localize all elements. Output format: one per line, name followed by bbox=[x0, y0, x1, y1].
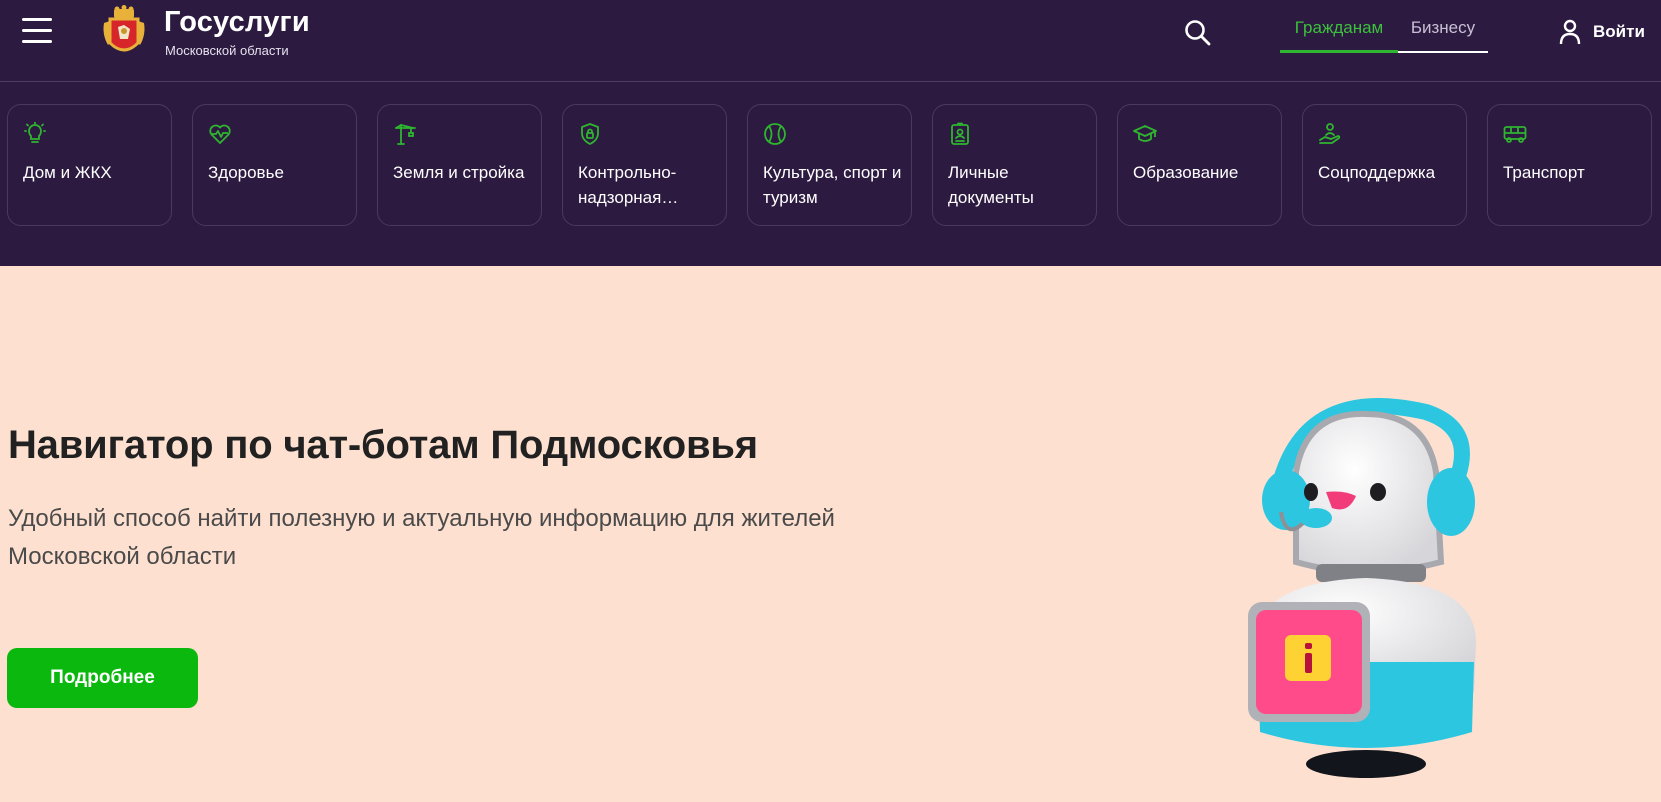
lightbulb-icon bbox=[24, 122, 46, 143]
category-label: Личные документы bbox=[948, 163, 1034, 207]
graduation-cap-icon bbox=[1133, 125, 1157, 142]
tab-business[interactable]: Бизнесу bbox=[1398, 18, 1488, 53]
category-land-construction[interactable]: Земля и стройка bbox=[377, 104, 542, 226]
login-label: Войти bbox=[1593, 22, 1645, 41]
category-home-utilities[interactable]: Дом и ЖКХ bbox=[7, 104, 172, 226]
category-label: Транспорт bbox=[1503, 163, 1585, 182]
tab-citizens[interactable]: Гражданам bbox=[1280, 18, 1398, 53]
crane-icon bbox=[395, 124, 416, 145]
ball-icon bbox=[764, 123, 786, 145]
hero-title: Навигатор по чат-ботам Подмосковья bbox=[8, 423, 758, 467]
brand-title[interactable]: Госуслуги bbox=[164, 6, 310, 39]
category-label: Дом и ЖКХ bbox=[23, 163, 112, 182]
category-label: Образование bbox=[1133, 163, 1239, 182]
shield-lock-icon bbox=[581, 123, 599, 145]
coat-of-arms-logo[interactable] bbox=[102, 5, 146, 59]
category-documents[interactable]: Личные документы bbox=[932, 104, 1097, 226]
category-label: Соцподдержка bbox=[1318, 163, 1436, 182]
details-button[interactable]: Подробнее bbox=[7, 648, 198, 708]
brand-subtitle: Московской области bbox=[165, 43, 289, 58]
category-label: Культура, спорт и туризм bbox=[763, 163, 902, 207]
category-supervision[interactable]: Контрольно-надзорная… bbox=[562, 104, 727, 226]
menu-icon[interactable] bbox=[22, 18, 52, 44]
category-transport[interactable]: Транспорт bbox=[1487, 104, 1652, 226]
heart-pulse-icon bbox=[209, 124, 231, 144]
header-divider bbox=[0, 81, 1661, 82]
bus-icon bbox=[1503, 126, 1527, 143]
chatbot-robot-illustration bbox=[1248, 398, 1476, 778]
user-icon bbox=[1559, 19, 1581, 45]
search-icon[interactable] bbox=[1183, 18, 1211, 46]
category-health[interactable]: Здоровье bbox=[192, 104, 357, 226]
hand-person-icon bbox=[1319, 123, 1341, 144]
category-social-support[interactable]: Соцподдержка bbox=[1302, 104, 1467, 226]
login-button[interactable]: Войти bbox=[1559, 18, 1645, 46]
category-label: Контрольно-надзорная… bbox=[578, 163, 679, 207]
category-label: Здоровье bbox=[208, 163, 284, 182]
hero-subtitle: Удобный способ найти полезную и актуальн… bbox=[8, 505, 835, 570]
category-label: Земля и стройка bbox=[393, 163, 525, 182]
category-culture-sport[interactable]: Культура, спорт и туризм bbox=[747, 104, 912, 226]
category-education[interactable]: Образование bbox=[1117, 104, 1282, 226]
top-header: Госуслуги Московской области Гражданам Б… bbox=[0, 0, 1661, 266]
id-card-icon bbox=[951, 122, 969, 145]
